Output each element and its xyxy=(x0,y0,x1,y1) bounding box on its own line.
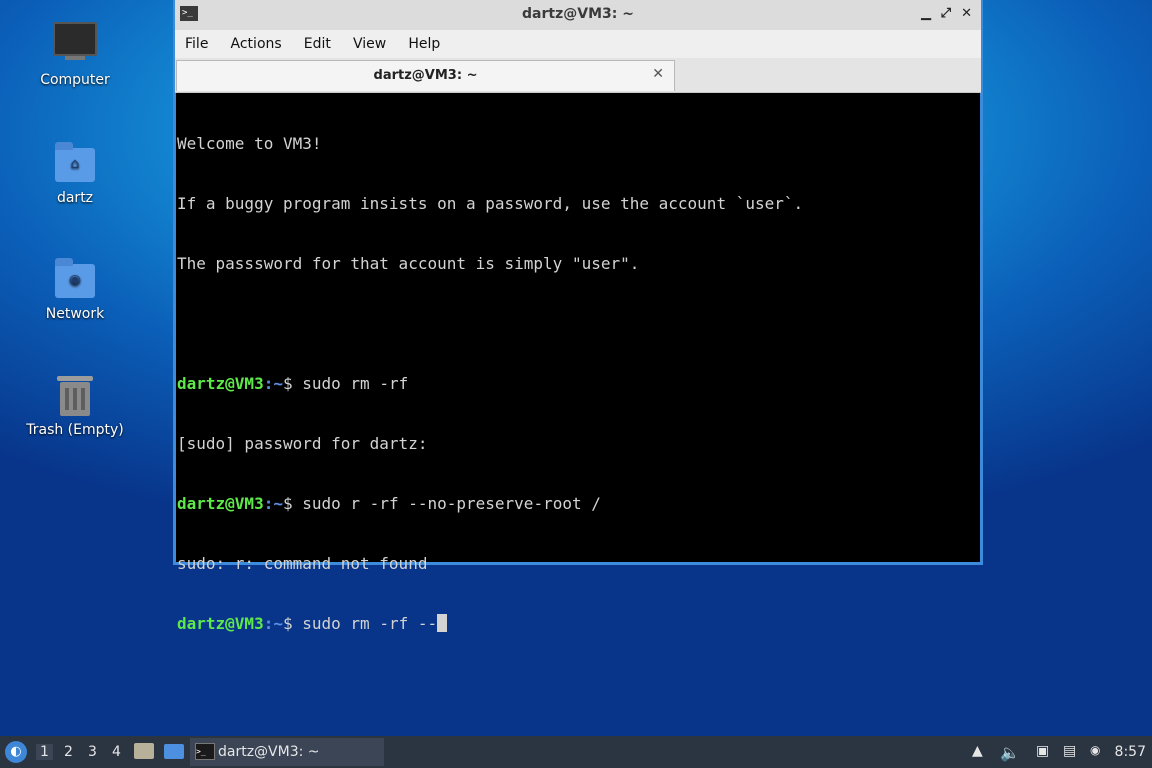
minimize-button[interactable]: ▁ xyxy=(921,6,931,21)
network-folder-icon: ◉ xyxy=(53,256,97,300)
prompt-path: ~ xyxy=(273,494,283,513)
prompt-dollar: $ xyxy=(282,494,303,513)
terminal-tab[interactable]: dartz@VM3: ~ ✕ xyxy=(176,60,675,91)
notification-icon[interactable]: ◉ xyxy=(1090,743,1100,757)
menu-view[interactable]: View xyxy=(343,30,386,52)
terminal-icon: >_ xyxy=(195,743,215,760)
terminal-line: Welcome to VM3! xyxy=(177,134,322,153)
tab-close-icon[interactable]: ✕ xyxy=(652,66,664,82)
workspace-2[interactable]: 2 xyxy=(64,744,73,760)
terminal-cursor xyxy=(437,614,448,632)
workspace-4[interactable]: 4 xyxy=(112,744,121,760)
prompt-dollar: $ xyxy=(282,374,303,393)
terminal-line: [sudo] password for dartz: xyxy=(177,434,428,453)
home-folder-icon: ⌂ xyxy=(53,140,97,184)
prompt-sep: : xyxy=(263,494,274,513)
menu-file[interactable]: File xyxy=(175,30,208,52)
workspace-1[interactable]: 1 xyxy=(36,744,53,760)
prompt-user: dartz@VM3 xyxy=(177,374,264,393)
window-titlebar[interactable]: >_ dartz@VM3: ~ ▁ ⤢ ✕ xyxy=(175,0,981,30)
task-label: dartz@VM3: ~ xyxy=(218,744,320,760)
tab-bar: dartz@VM3: ~ ✕ xyxy=(175,58,981,93)
menu-help[interactable]: Help xyxy=(398,30,440,52)
maximize-button[interactable]: ⤢ xyxy=(941,6,951,21)
prompt-path: ~ xyxy=(273,374,283,393)
desktop-icon-computer[interactable]: Computer xyxy=(20,22,130,88)
clipboard-icon[interactable]: ▤ xyxy=(1063,743,1076,759)
trash-icon xyxy=(53,372,97,416)
file-manager-icon[interactable] xyxy=(134,743,154,759)
menu-bar: File Actions Edit View Help xyxy=(175,30,981,58)
desktop-icon-trash[interactable]: Trash (Empty) xyxy=(20,372,130,438)
prompt-sep: : xyxy=(263,614,274,633)
prompt-user: dartz@VM3 xyxy=(177,614,264,633)
workspace-3[interactable]: 3 xyxy=(88,744,97,760)
prompt-dollar: $ xyxy=(282,614,303,633)
terminal-output[interactable]: Welcome to VM3! If a buggy program insis… xyxy=(176,93,980,633)
terminal-command: sudo rm -rf -- xyxy=(302,614,438,633)
window-title: dartz@VM3: ~ xyxy=(522,6,634,22)
taskbar-task-terminal[interactable]: >_ dartz@VM3: ~ xyxy=(190,738,384,766)
menu-actions[interactable]: Actions xyxy=(221,30,282,52)
terminal-line: The passsword for that account is simply… xyxy=(177,254,640,273)
close-button[interactable]: ✕ xyxy=(961,6,972,21)
desktop-icon-network[interactable]: ◉ Network xyxy=(20,256,130,322)
desktop-icon-label: dartz xyxy=(56,190,94,206)
terminal-prompt-line: dartz@VM3:~$ sudo r -rf --no-preserve-ro… xyxy=(177,494,980,514)
desktop-icon-home[interactable]: ⌂ dartz xyxy=(20,140,130,206)
terminal-window: >_ dartz@VM3: ~ ▁ ⤢ ✕ File Actions Edit … xyxy=(173,0,983,633)
taskbar: ◐ 1 2 3 4 >_ dartz@VM3: ~ ▲ 🔈 ▣ ▤ ◉ 8:57 xyxy=(0,736,1152,768)
show-desktop-icon[interactable] xyxy=(164,744,184,759)
terminal-command: sudo r -rf --no-preserve-root / xyxy=(302,494,601,513)
desktop-icon-label: Trash (Empty) xyxy=(26,422,124,438)
terminal-line: sudo: r: command not found xyxy=(177,554,428,573)
terminal-command: sudo rm -rf xyxy=(302,374,409,393)
prompt-path: ~ xyxy=(273,614,283,633)
terminal-prompt-line: dartz@VM3:~$ sudo rm -rf -- xyxy=(177,614,980,634)
terminal-line: If a buggy program insists on a password… xyxy=(177,194,804,213)
prompt-sep: : xyxy=(263,374,274,393)
desktop-icon-label: Network xyxy=(45,306,105,322)
tab-label: dartz@VM3: ~ xyxy=(373,68,478,83)
computer-icon xyxy=(53,22,97,66)
menu-edit[interactable]: Edit xyxy=(294,30,331,52)
upload-icon[interactable]: ▲ xyxy=(972,743,983,759)
desktop-icon-label: Computer xyxy=(40,72,110,88)
network-icon[interactable]: ▣ xyxy=(1036,743,1049,759)
volume-icon[interactable]: 🔈 xyxy=(1000,743,1020,762)
prompt-user: dartz@VM3 xyxy=(177,494,264,513)
clock[interactable]: 8:57 xyxy=(1115,744,1146,760)
terminal-prompt-line: dartz@VM3:~$ sudo rm -rf xyxy=(177,374,980,394)
start-menu-icon[interactable]: ◐ xyxy=(5,741,27,763)
